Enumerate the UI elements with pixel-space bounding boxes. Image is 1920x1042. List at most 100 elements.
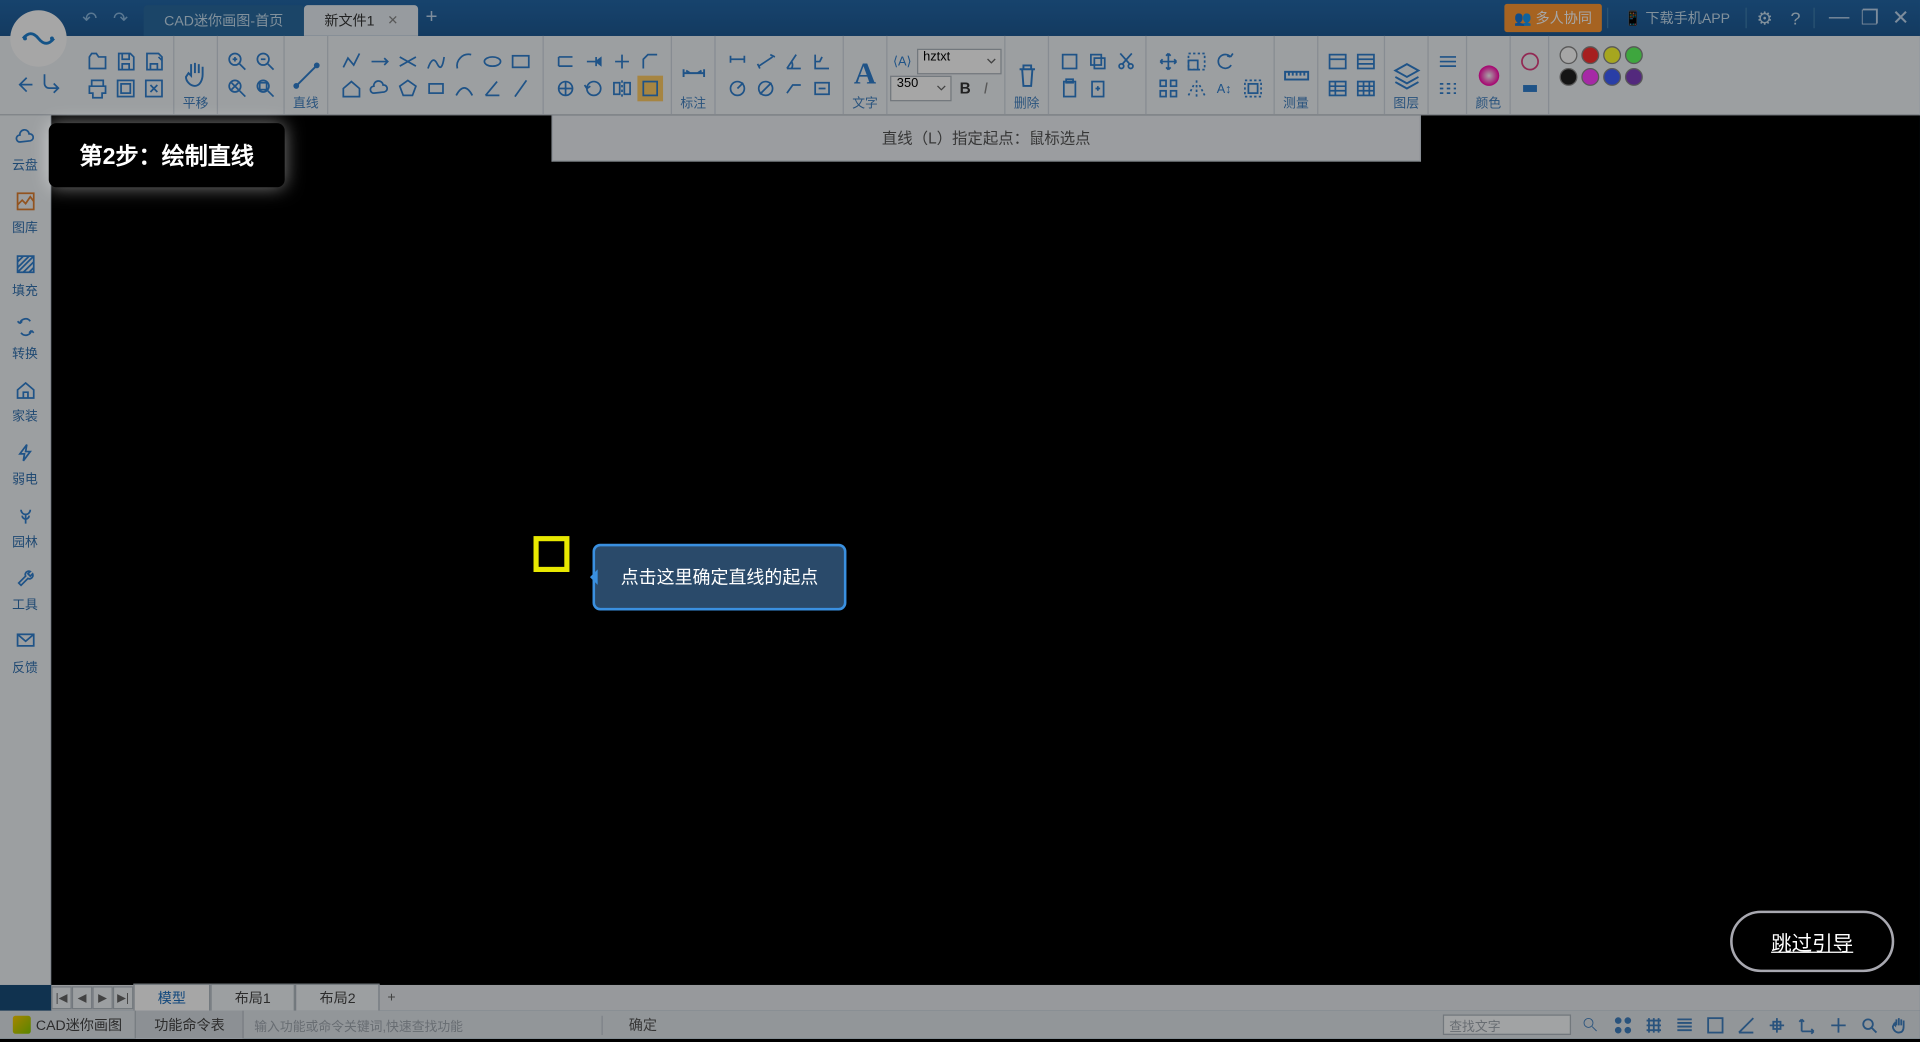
search-text-input[interactable]: 查找文字 [1443, 1014, 1571, 1035]
delete-icon[interactable] [1010, 58, 1043, 91]
export-icon[interactable] [140, 76, 166, 102]
sidebar-item-gallery[interactable]: 图库 [12, 189, 38, 236]
sidebar-item-feedback[interactable]: 反馈 [12, 628, 38, 675]
stretch-icon[interactable]: A↕ [1211, 76, 1237, 102]
circle-edit-icon[interactable] [552, 76, 578, 102]
restore-button[interactable]: ❐ [1856, 5, 1884, 31]
sidebar-item-convert[interactable]: 转换 [12, 314, 38, 361]
move-icon[interactable] [1155, 49, 1181, 75]
layout-nav-button[interactable]: ▶| [113, 986, 134, 1009]
arc-icon[interactable] [451, 49, 477, 75]
scale-icon[interactable] [1183, 49, 1209, 75]
slash-icon[interactable] [507, 76, 533, 102]
cut-icon[interactable] [1113, 49, 1139, 75]
statusbar-polar-button[interactable] [1733, 1013, 1759, 1036]
copy-icon[interactable] [1084, 49, 1110, 75]
pan-icon[interactable] [179, 58, 212, 91]
statusbar-axis-button[interactable] [1794, 1013, 1820, 1036]
layout-nav-button[interactable]: |◀ [51, 986, 72, 1009]
statusbar-plus-button[interactable] [1825, 1013, 1851, 1036]
print-icon[interactable] [84, 76, 110, 102]
dim-radius-icon[interactable] [724, 76, 750, 102]
area-icon[interactable] [1352, 49, 1378, 75]
confirm-button[interactable]: 确定 [603, 1014, 683, 1035]
extend-icon[interactable] [580, 49, 606, 75]
color-swatch[interactable] [1603, 46, 1621, 64]
function-list-button[interactable]: 功能命令表 [135, 1011, 244, 1039]
minimize-button[interactable]: — [1825, 5, 1853, 31]
props2-icon[interactable] [1434, 76, 1460, 102]
back-icon[interactable] [12, 72, 38, 98]
zoom-out-icon[interactable] [252, 49, 278, 75]
download-app-link[interactable]: 📱下载手机APP [1614, 8, 1741, 29]
layout-tab[interactable]: 模型 [133, 984, 210, 1012]
color-swatch[interactable] [1581, 68, 1599, 86]
color-swatch[interactable] [1581, 46, 1599, 64]
statusbar-grid2-button[interactable] [1671, 1013, 1697, 1036]
zoom-window-icon[interactable] [252, 76, 278, 102]
zoom-in-icon[interactable] [224, 49, 250, 75]
mirror-icon[interactable] [609, 76, 635, 102]
statusbar-fit-button[interactable] [1856, 1013, 1882, 1036]
close-icon[interactable]: ✕ [387, 13, 398, 27]
app-logo[interactable] [10, 10, 66, 66]
sidebar-item-garden[interactable]: 园林 [12, 503, 38, 550]
paste-block-icon[interactable] [1084, 76, 1110, 102]
list-icon[interactable] [1324, 76, 1350, 102]
bold-button[interactable]: B [955, 80, 976, 98]
color-swatch[interactable] [1560, 46, 1578, 64]
close-window-button[interactable]: ✕ [1887, 5, 1915, 31]
color-swatch[interactable] [1625, 46, 1643, 64]
paste-icon[interactable] [1056, 76, 1082, 102]
sidebar-item-tools[interactable]: 工具 [12, 566, 38, 613]
statusbar-pan-hand-button[interactable] [1887, 1013, 1913, 1036]
dim-aligned-icon[interactable] [752, 49, 778, 75]
statusbar-grid1-button[interactable] [1640, 1013, 1666, 1036]
trim-icon[interactable] [609, 49, 635, 75]
dim-diameter-icon[interactable] [752, 76, 778, 102]
leader-icon[interactable] [780, 76, 806, 102]
command-input[interactable]: 输入功能或命令关键词,快速查找功能 [244, 1015, 603, 1034]
statusbar-osnap-button[interactable] [1763, 1013, 1789, 1036]
layer-icon[interactable] [1390, 58, 1423, 91]
erase-icon[interactable] [1056, 49, 1082, 75]
ray-icon[interactable] [366, 49, 392, 75]
help-button[interactable]: ? [1783, 5, 1809, 31]
dim-angular-icon[interactable] [780, 49, 806, 75]
undo-button[interactable]: ↶ [77, 5, 103, 31]
cloud-icon[interactable] [366, 76, 392, 102]
curve-icon[interactable] [451, 76, 477, 102]
layout-nav-button[interactable]: ▶ [92, 986, 113, 1009]
statusbar-ortho-button[interactable] [1702, 1013, 1728, 1036]
skip-tutorial-button[interactable]: 跳过引导 [1730, 911, 1894, 973]
polygon-icon[interactable] [394, 76, 420, 102]
forward-icon[interactable] [40, 72, 66, 98]
layout-tab[interactable]: 布局2 [295, 984, 380, 1012]
sidebar-item-elec[interactable]: 弱电 [12, 440, 38, 487]
chamfer-icon[interactable] [637, 49, 663, 75]
text-tool-icon[interactable]: A [849, 58, 882, 93]
rotate2-icon[interactable] [1211, 49, 1237, 75]
polyline-icon[interactable] [338, 49, 364, 75]
xline-icon[interactable] [394, 49, 420, 75]
sidebar-item-cloud[interactable]: 云盘 [12, 126, 38, 173]
font-name-select[interactable]: hztxt [917, 49, 1002, 75]
saveas-icon[interactable] [140, 49, 166, 75]
layout-tab[interactable]: 布局1 [210, 984, 295, 1012]
table-icon[interactable] [1352, 76, 1378, 102]
statusbar-snap-button[interactable] [1610, 1013, 1636, 1036]
font-size-select[interactable]: 350 [890, 76, 952, 102]
color-wheel-icon[interactable] [1472, 58, 1505, 91]
dist-icon[interactable] [1324, 49, 1350, 75]
rotate-icon[interactable] [580, 76, 606, 102]
add-layout-button[interactable]: + [380, 990, 403, 1005]
group-icon[interactable] [1240, 76, 1266, 102]
save-icon[interactable] [112, 49, 138, 75]
tab-home[interactable]: CAD迷你画图-首页 [144, 5, 304, 36]
rect-icon[interactable] [507, 49, 533, 75]
sidebar-item-home[interactable]: 家装 [12, 377, 38, 424]
search-icon[interactable] [1579, 1013, 1602, 1036]
new-tab-button[interactable]: + [419, 0, 445, 36]
zoom-extents-icon[interactable] [224, 76, 250, 102]
offset-icon[interactable] [552, 49, 578, 75]
